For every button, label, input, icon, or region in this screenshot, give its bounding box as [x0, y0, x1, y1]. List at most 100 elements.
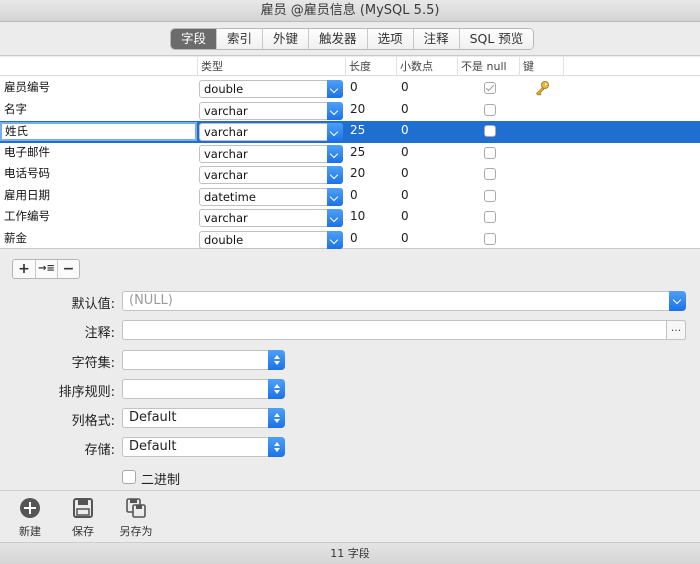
field-name[interactable]: 工作编号 — [4, 207, 196, 229]
table-row[interactable]: 工作编号 varchar 10 0 — [0, 207, 700, 229]
field-decimals[interactable]: 0 — [401, 164, 441, 186]
tab-sql-preview[interactable]: SQL 预览 — [458, 29, 534, 49]
column-format-select[interactable]: Default — [122, 408, 285, 428]
comment-more-button[interactable]: ... — [666, 320, 686, 340]
table-row[interactable]: 名字 varchar 20 0 — [0, 100, 700, 122]
field-length[interactable]: 25 — [350, 121, 390, 143]
tab-comment[interactable]: 注释 — [412, 29, 459, 49]
table-row-selected[interactable]: 姓氏 varchar 25 0 — [0, 121, 700, 143]
field-type-value: double — [204, 232, 244, 247]
field-name-input[interactable]: 姓氏 — [0, 122, 197, 141]
header-key[interactable]: 键 — [519, 57, 563, 76]
not-null-checkbox[interactable] — [484, 232, 496, 245]
tab-foreign-keys[interactable]: 外键 — [262, 29, 309, 49]
tab-triggers[interactable]: 触发器 — [308, 29, 367, 49]
table-row[interactable]: 薪金 double 0 0 — [0, 229, 700, 251]
comment-label: 注释: — [84, 326, 115, 341]
field-type-select[interactable]: double — [199, 80, 343, 98]
field-length[interactable]: 20 — [350, 100, 390, 122]
field-name[interactable]: 名字 — [4, 100, 196, 122]
field-type-select[interactable]: varchar — [199, 101, 343, 120]
charset-select[interactable] — [122, 350, 285, 370]
header-length[interactable]: 长度 — [345, 57, 396, 76]
header-decimals[interactable]: 小数点 — [396, 57, 457, 76]
not-null-checkbox[interactable] — [484, 189, 496, 202]
field-decimals[interactable]: 0 — [401, 100, 441, 122]
insert-field-button[interactable]: →≡ — [35, 260, 57, 278]
default-value-combo[interactable]: (NULL) — [122, 291, 686, 311]
field-length[interactable]: 25 — [350, 143, 390, 165]
field-type-select[interactable]: varchar — [199, 166, 343, 184]
table-row[interactable]: 雇用日期 datetime 0 0 — [0, 186, 700, 208]
fields-table: 类型 长度 小数点 不是 null 键 雇员编号 double 0 0 名字 v… — [0, 57, 700, 249]
field-type-select[interactable]: varchar — [199, 144, 343, 163]
chevron-down-icon[interactable] — [327, 166, 343, 184]
field-decimals[interactable]: 0 — [401, 229, 441, 251]
field-decimals[interactable]: 0 — [401, 143, 441, 165]
field-type-select[interactable]: varchar — [199, 123, 343, 141]
chevron-down-icon[interactable] — [327, 187, 343, 206]
field-length[interactable]: 0 — [350, 229, 390, 251]
field-length[interactable]: 0 — [350, 186, 390, 208]
header-type[interactable]: 类型 — [197, 57, 345, 76]
column-format-label: 列格式: — [71, 414, 115, 429]
tab-indexes[interactable]: 索引 — [216, 29, 263, 49]
add-field-button[interactable]: + — [13, 260, 35, 278]
field-length[interactable]: 20 — [350, 164, 390, 186]
not-null-checkbox[interactable] — [484, 168, 496, 180]
field-type-select[interactable]: double — [199, 230, 343, 249]
remove-field-button[interactable]: − — [57, 260, 79, 278]
comment-input[interactable]: ... — [122, 320, 686, 340]
save-button[interactable]: 保存 — [58, 497, 108, 539]
tab-group: 字段 索引 外键 触发器 选项 注释 SQL 预览 — [170, 28, 535, 50]
binary-checkbox[interactable] — [122, 470, 136, 484]
table-row[interactable]: 电子邮件 varchar 25 0 — [0, 143, 700, 165]
table-row[interactable]: 雇员编号 double 0 0 — [0, 78, 700, 100]
collation-label: 排序规则: — [58, 385, 115, 400]
collation-select[interactable] — [122, 379, 285, 399]
not-null-checkbox[interactable] — [484, 211, 496, 223]
key-icon[interactable] — [534, 80, 550, 96]
stepper-arrows-icon[interactable] — [268, 408, 285, 428]
field-length[interactable]: 10 — [350, 207, 390, 229]
field-decimals[interactable]: 0 — [401, 207, 441, 229]
field-decimals[interactable]: 0 — [401, 186, 441, 208]
field-length[interactable]: 0 — [350, 78, 390, 100]
field-decimals[interactable]: 0 — [401, 78, 441, 100]
default-label: 默认值: — [71, 297, 115, 312]
field-name[interactable]: 电子邮件 — [4, 143, 196, 165]
floppy-disk-icon — [73, 498, 93, 518]
chevron-down-icon[interactable] — [327, 101, 343, 120]
field-name[interactable]: 雇用日期 — [4, 186, 196, 208]
field-name[interactable]: 雇员编号 — [4, 78, 196, 100]
storage-select[interactable]: Default — [122, 437, 285, 457]
chevron-down-icon[interactable] — [327, 209, 343, 227]
field-name[interactable]: 薪金 — [4, 229, 196, 251]
stepper-arrows-icon[interactable] — [268, 350, 285, 370]
field-type-select[interactable]: datetime — [199, 187, 343, 206]
not-null-checkbox[interactable] — [484, 146, 496, 159]
chevron-down-icon[interactable] — [327, 80, 343, 98]
save-as-button[interactable]: 另存为 — [111, 497, 161, 539]
chevron-down-icon[interactable] — [327, 144, 343, 163]
row-button-group: + →≡ − — [12, 259, 80, 279]
new-button[interactable]: 新建 — [5, 497, 55, 539]
not-null-checkbox[interactable] — [484, 82, 496, 94]
header-not-null[interactable]: 不是 null — [457, 57, 519, 76]
tab-options[interactable]: 选项 — [366, 29, 413, 49]
chevron-down-icon[interactable] — [669, 291, 686, 311]
table-row[interactable]: 电话号码 varchar 20 0 — [0, 164, 700, 186]
not-null-checkbox[interactable] — [484, 125, 496, 137]
stepper-arrows-icon[interactable] — [268, 437, 285, 457]
table-header: 类型 长度 小数点 不是 null 键 — [0, 57, 700, 76]
save-as-label: 另存为 — [119, 525, 153, 538]
field-type-select[interactable]: varchar — [199, 209, 343, 227]
save-label: 保存 — [72, 525, 94, 538]
chevron-down-icon[interactable] — [327, 123, 343, 141]
field-decimals[interactable]: 0 — [401, 121, 441, 143]
field-name[interactable]: 电话号码 — [4, 164, 196, 186]
tab-fields[interactable]: 字段 — [171, 29, 217, 49]
not-null-checkbox[interactable] — [484, 103, 496, 116]
chevron-down-icon[interactable] — [327, 230, 343, 249]
stepper-arrows-icon[interactable] — [268, 379, 285, 399]
